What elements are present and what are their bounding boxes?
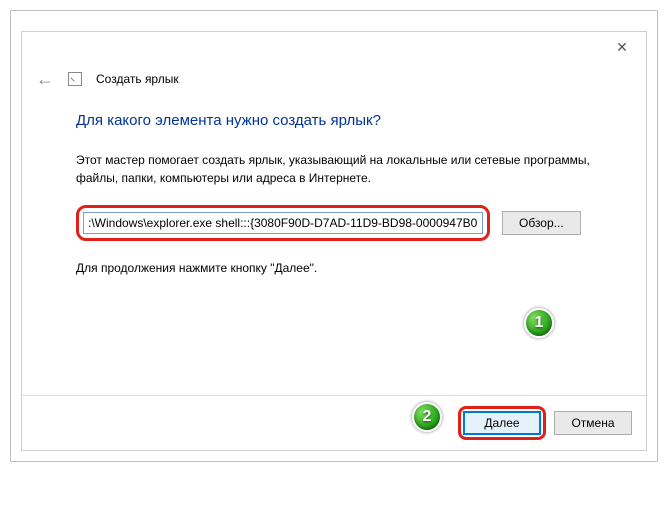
titlebar: ✕ [22,32,646,62]
next-button[interactable]: Далее [463,411,541,435]
annotation-marker-2: 2 [412,402,442,432]
location-row: Обзор... [76,205,612,241]
annotation-marker-1: 1 [524,308,554,338]
browse-button[interactable]: Обзор... [502,211,581,235]
input-highlight [76,205,490,241]
header-row: ← Создать ярлык [22,62,646,92]
location-input[interactable] [83,212,483,234]
cancel-button[interactable]: Отмена [554,411,632,435]
next-highlight: Далее [458,406,546,440]
continue-text: Для продолжения нажмите кнопку "Далее". [76,261,612,275]
shortcut-icon [68,72,82,86]
annotation-frame: ✕ ← Создать ярлык Для какого элемента ну… [10,10,658,462]
footer-bar: Далее Отмена [22,395,646,450]
content-area: Для какого элемента нужно создать ярлык?… [22,92,646,395]
window-title: Создать ярлык [96,72,179,86]
back-arrow-icon[interactable]: ← [36,70,54,88]
wizard-window: ✕ ← Создать ярлык Для какого элемента ну… [21,31,647,451]
main-instruction: Для какого элемента нужно создать ярлык? [76,112,612,129]
description-text: Этот мастер помогает создать ярлык, указ… [76,151,596,187]
close-button[interactable]: ✕ [602,34,642,60]
close-icon: ✕ [616,39,628,56]
